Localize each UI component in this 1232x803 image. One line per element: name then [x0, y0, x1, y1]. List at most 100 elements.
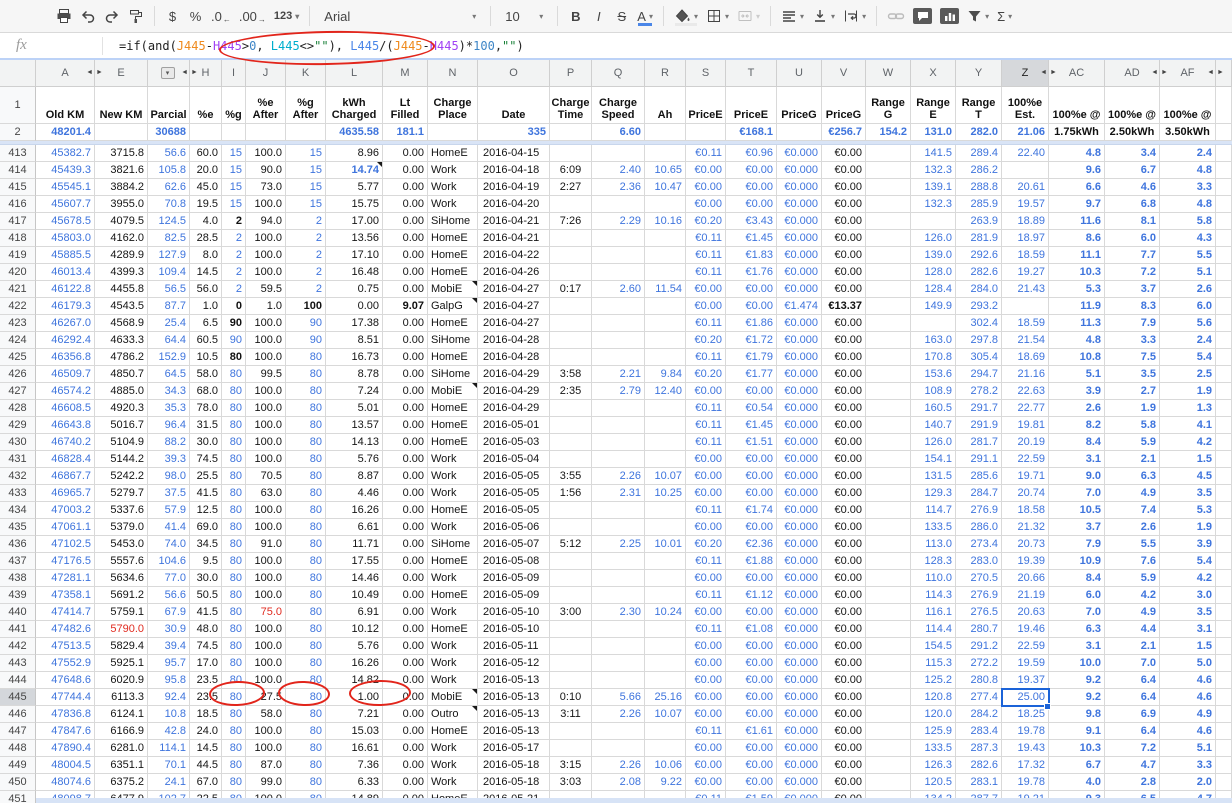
cell-E419[interactable]: 4289.9 — [95, 247, 148, 264]
cell-T446[interactable]: €0.00 — [726, 706, 777, 723]
cell-T417[interactable]: €3.43 — [726, 213, 777, 230]
cell-Q415[interactable]: 2.36 — [592, 179, 645, 196]
cell-M446[interactable]: 0.00 — [383, 706, 428, 723]
cell-I417[interactable]: 2 — [222, 213, 246, 230]
cell-V437[interactable]: €0.00 — [822, 553, 866, 570]
cell-K421[interactable]: 2 — [286, 281, 326, 298]
cell-AD448[interactable]: 7.2 — [1105, 740, 1160, 757]
cell-Q417[interactable]: 2.29 — [592, 213, 645, 230]
cell-N423[interactable]: HomeE — [428, 315, 478, 332]
cell-AC431[interactable]: 3.1 — [1049, 451, 1105, 468]
cell-stub[interactable] — [1216, 553, 1232, 570]
cell-L450[interactable]: 6.33 — [326, 774, 383, 791]
cell-Q420[interactable] — [592, 264, 645, 281]
column-header-W[interactable]: W — [866, 60, 911, 87]
cell-M430[interactable]: 0.00 — [383, 434, 428, 451]
cell-AD430[interactable]: 5.9 — [1105, 434, 1160, 451]
cell-V433[interactable]: €0.00 — [822, 485, 866, 502]
cell-S430[interactable]: €0.11 — [686, 434, 726, 451]
cell-AC441[interactable]: 6.3 — [1049, 621, 1105, 638]
cell-V422[interactable]: €13.37 — [822, 298, 866, 315]
cell-O433[interactable]: 2016-05-05 — [478, 485, 550, 502]
cell-O436[interactable]: 2016-05-07 — [478, 536, 550, 553]
cell-K414[interactable]: 15 — [286, 162, 326, 179]
cell-W433[interactable] — [866, 485, 911, 502]
cell-M414[interactable]: 0.00 — [383, 162, 428, 179]
cell-AC445[interactable]: 9.2 — [1049, 689, 1105, 706]
cell-AF446[interactable]: 4.9 — [1160, 706, 1216, 723]
cell-H433[interactable]: 41.5 — [190, 485, 222, 502]
cell-H438[interactable]: 30.0 — [190, 570, 222, 587]
cell-H431[interactable]: 74.5 — [190, 451, 222, 468]
cell-N443[interactable]: Work — [428, 655, 478, 672]
cell-I430[interactable]: 80 — [222, 434, 246, 451]
cell-M426[interactable]: 0.00 — [383, 366, 428, 383]
cell-O2[interactable]: 335 — [478, 124, 550, 141]
cell-I413[interactable]: 15 — [222, 145, 246, 162]
cell-N433[interactable]: Work — [428, 485, 478, 502]
cell-O415[interactable]: 2016-04-19 — [478, 179, 550, 196]
cell-W425[interactable] — [866, 349, 911, 366]
row-header-440[interactable]: 440 — [0, 604, 36, 621]
cell-Z446[interactable]: 18.25 — [1002, 706, 1049, 723]
cell-O434[interactable]: 2016-05-05 — [478, 502, 550, 519]
cell-T445[interactable]: €0.00 — [726, 689, 777, 706]
cell-U445[interactable]: €0.000 — [777, 689, 822, 706]
cell-stub[interactable] — [1216, 672, 1232, 689]
cell-X425[interactable]: 170.8 — [911, 349, 956, 366]
cell-X422[interactable]: 149.9 — [911, 298, 956, 315]
cell-L2[interactable]: 4635.58 — [326, 124, 383, 141]
row-header-449[interactable]: 449 — [0, 757, 36, 774]
cell-O429[interactable]: 2016-05-01 — [478, 417, 550, 434]
cell-Y432[interactable]: 285.6 — [956, 468, 1002, 485]
cell-R433[interactable]: 10.25 — [645, 485, 686, 502]
cell-M424[interactable]: 0.00 — [383, 332, 428, 349]
cell-E417[interactable]: 4079.5 — [95, 213, 148, 230]
cell-X424[interactable]: 163.0 — [911, 332, 956, 349]
cell-par419[interactable]: 127.9 — [148, 247, 190, 264]
cell-stub[interactable] — [1216, 87, 1232, 124]
cell-P448[interactable] — [550, 740, 592, 757]
cell-AD422[interactable]: 8.3 — [1105, 298, 1160, 315]
cell-V447[interactable]: €0.00 — [822, 723, 866, 740]
cell-K445[interactable]: 80 — [286, 689, 326, 706]
cell-I437[interactable]: 80 — [222, 553, 246, 570]
cell-U430[interactable]: €0.000 — [777, 434, 822, 451]
cell-R417[interactable]: 10.16 — [645, 213, 686, 230]
cell-A427[interactable]: 46574.2 — [36, 383, 95, 400]
cell-X414[interactable]: 132.3 — [911, 162, 956, 179]
cell-L442[interactable]: 5.76 — [326, 638, 383, 655]
cell-A428[interactable]: 46608.5 — [36, 400, 95, 417]
cell-J421[interactable]: 59.5 — [246, 281, 286, 298]
cell-W428[interactable] — [866, 400, 911, 417]
cell-A443[interactable]: 47552.9 — [36, 655, 95, 672]
cell-A446[interactable]: 47836.8 — [36, 706, 95, 723]
cell-R446[interactable]: 10.07 — [645, 706, 686, 723]
cell-O416[interactable]: 2016-04-20 — [478, 196, 550, 213]
cell-stub[interactable] — [1216, 400, 1232, 417]
cell-Y417[interactable]: 263.9 — [956, 213, 1002, 230]
cell-L433[interactable]: 4.46 — [326, 485, 383, 502]
cell-E441[interactable]: 5790.0 — [95, 621, 148, 638]
cell-AC424[interactable]: 4.8 — [1049, 332, 1105, 349]
cell-U419[interactable]: €0.000 — [777, 247, 822, 264]
cell-AD434[interactable]: 7.4 — [1105, 502, 1160, 519]
cell-AC428[interactable]: 2.6 — [1049, 400, 1105, 417]
cell-stub[interactable] — [1216, 417, 1232, 434]
cell-H423[interactable]: 6.5 — [190, 315, 222, 332]
cell-AF424[interactable]: 2.4 — [1160, 332, 1216, 349]
cell-U429[interactable]: €0.000 — [777, 417, 822, 434]
cell-X449[interactable]: 126.3 — [911, 757, 956, 774]
cell-AC450[interactable]: 4.0 — [1049, 774, 1105, 791]
cell-M416[interactable]: 0.00 — [383, 196, 428, 213]
cell-J433[interactable]: 63.0 — [246, 485, 286, 502]
cell-Z450[interactable]: 19.78 — [1002, 774, 1049, 791]
row-header-1[interactable]: 1 — [0, 87, 36, 124]
cell-K437[interactable]: 80 — [286, 553, 326, 570]
cell-O422[interactable]: 2016-04-27 — [478, 298, 550, 315]
cell-P420[interactable] — [550, 264, 592, 281]
cell-AD441[interactable]: 4.4 — [1105, 621, 1160, 638]
cell-P434[interactable] — [550, 502, 592, 519]
cell-H432[interactable]: 25.5 — [190, 468, 222, 485]
cell-R418[interactable] — [645, 230, 686, 247]
